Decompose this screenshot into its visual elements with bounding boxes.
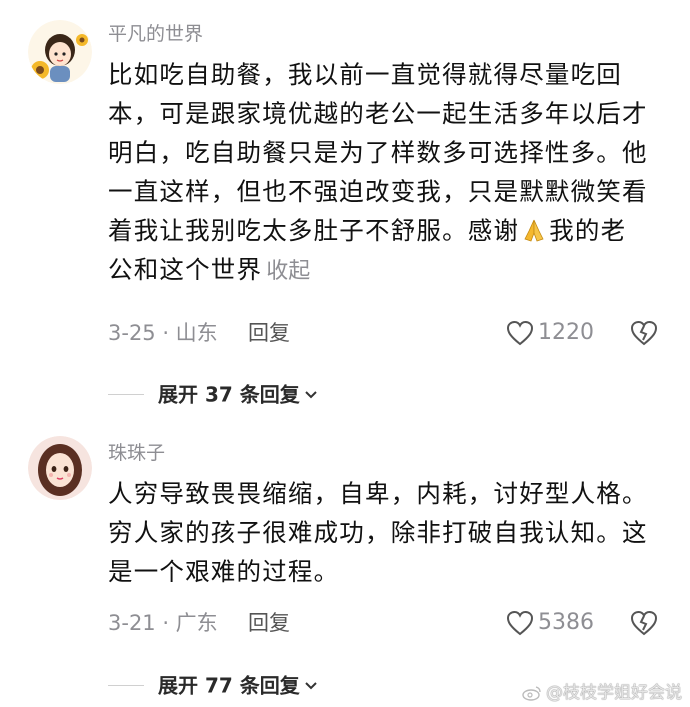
comment-text-segment: 公和这个世界 (108, 255, 263, 284)
weibo-logo-icon (522, 686, 541, 701)
watermark: @枝枝学姐好会说 (522, 678, 682, 703)
broken-heart-icon[interactable] (630, 320, 658, 346)
comment-text-segment: 着我让我别吃太多肚子不舒服。感谢 (108, 216, 520, 245)
expand-replies-button[interactable]: 展开 77 条回复 (108, 669, 318, 699)
date-location: 3-21 · 广东 (108, 611, 218, 635)
chevron-down-icon (305, 390, 317, 398)
cartoon-girl-avatar-icon (28, 436, 92, 500)
comment-text-line: 公和这个世界 收起 (108, 250, 668, 291)
broken-heart-icon[interactable] (630, 610, 658, 636)
heart-icon[interactable] (506, 320, 534, 346)
comment-meta: 3-21 · 广东 回复 5386 (108, 608, 668, 638)
date-location: 3-25 · 山东 (108, 321, 218, 345)
user-avatar[interactable] (28, 20, 92, 84)
username[interactable]: 平凡的世界 (108, 22, 203, 46)
user-avatar[interactable] (28, 436, 92, 500)
like-count: 5386 (538, 610, 594, 635)
comment-meta: 3-25 · 山东 回复 1220 (108, 318, 668, 348)
comment-text-line: 明白，吃自助餐只是为了样数多可选择性多。他 (108, 138, 648, 167)
comment-text-line: 着我让我别吃太多肚子不舒服。感谢 我的老 (108, 211, 668, 250)
expand-replies-label: 展开 37 条回复 (158, 382, 300, 407)
like-count: 1220 (538, 320, 594, 345)
girl-with-sunflower-avatar-icon (28, 20, 92, 84)
collapse-button[interactable]: 收起 (266, 259, 310, 284)
comment-text-line: 穷人家的孩子很难成功，除非打破自我认知。这 (108, 518, 648, 547)
comment-text-line: 一直这样，但也不强迫改变我，只是默默微笑看 (108, 177, 648, 206)
reply-button[interactable]: 回复 (248, 318, 290, 348)
comment-text: 比如吃自助餐，我以前一直觉得就得尽量吃回 本，可是跟家境优越的老公一起生活多年以… (108, 55, 668, 291)
comment-text: 人穷导致畏畏缩缩，自卑，内耗，讨好型人格。 穷人家的孩子很难成功，除非打破自我认… (108, 474, 668, 591)
expand-replies-button[interactable]: 展开 37 条回复 (108, 378, 318, 408)
comment-text-line: 比如吃自助餐，我以前一直觉得就得尽量吃回 (108, 60, 622, 89)
folded-hands-emoji-icon (524, 219, 544, 242)
chevron-down-icon (305, 681, 317, 689)
divider (108, 685, 144, 686)
username[interactable]: 珠珠子 (108, 441, 165, 465)
comment-text-line: 人穷导致畏畏缩缩，自卑，内耗，讨好型人格。 (108, 479, 648, 508)
comment-text-line: 本，可是跟家境优越的老公一起生活多年以后才 (108, 99, 648, 128)
watermark-text: @枝枝学姐好会说 (546, 683, 682, 703)
heart-icon[interactable] (506, 610, 534, 636)
expand-replies-label: 展开 77 条回复 (158, 673, 300, 698)
divider (108, 394, 144, 395)
comment-text-line: 是一个艰难的过程。 (108, 557, 340, 586)
comment-text-segment: 我的老 (549, 216, 627, 245)
reply-button[interactable]: 回复 (248, 608, 290, 638)
